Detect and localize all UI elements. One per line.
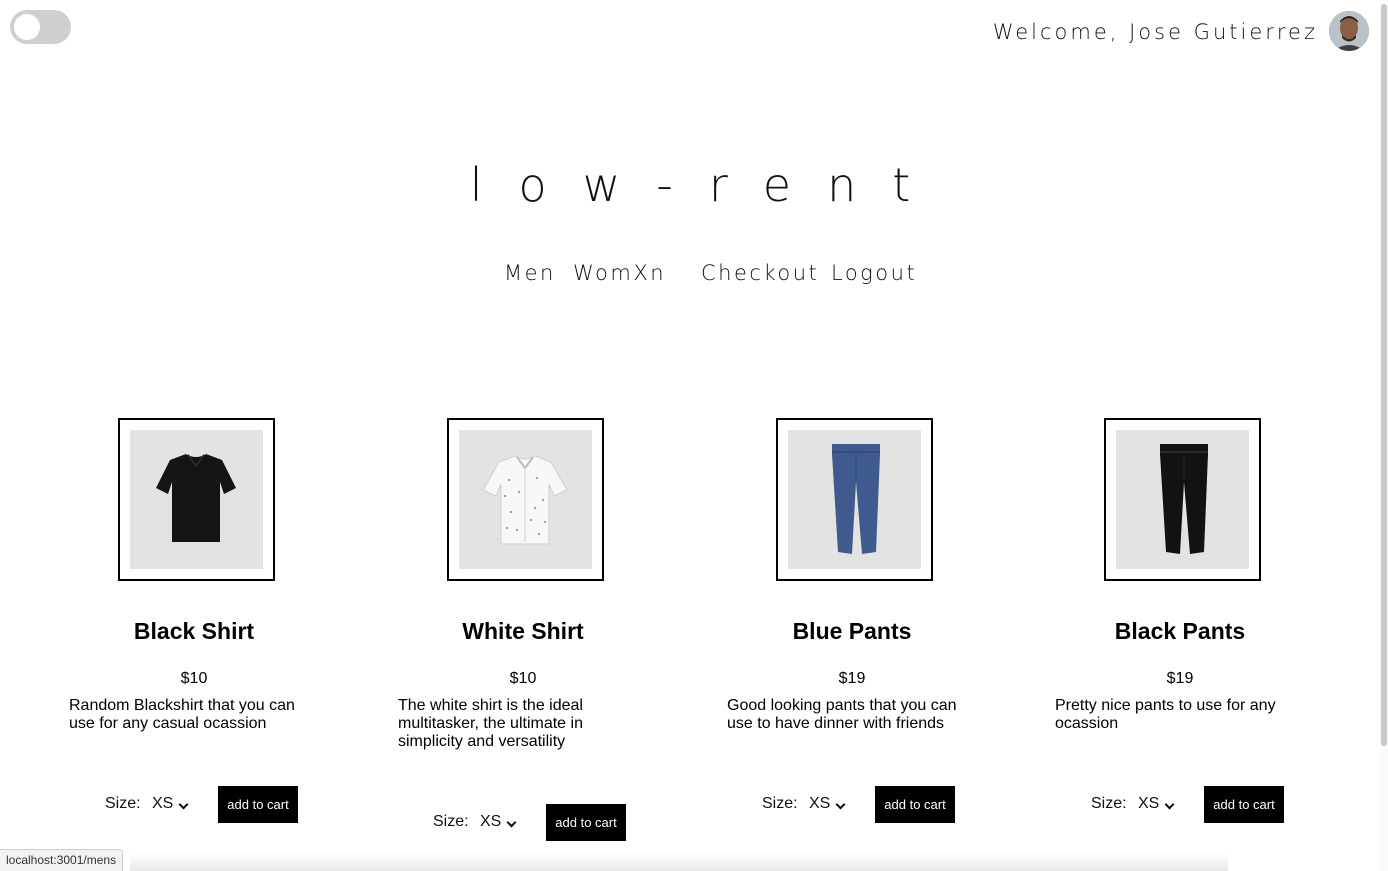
nav-checkout[interactable]: Checkout [701, 261, 819, 285]
size-row: Size: XS add to cart [762, 786, 962, 826]
page-scrollbar[interactable] [1380, 0, 1388, 871]
product-description: Random Blackshirt that you can use for a… [69, 697, 295, 732]
product-name: Black Shirt [133, 618, 255, 644]
size-label: Size: [433, 813, 469, 830]
size-select[interactable]: XS [152, 795, 192, 813]
product-photo-black-shirt [130, 430, 263, 569]
size-row: Size: XS add to cart [433, 804, 633, 844]
nav-womxn[interactable]: WomXn [573, 261, 666, 285]
product-image-frame[interactable] [118, 418, 275, 581]
product-price: $10 [509, 670, 537, 687]
product-photo-black-pants [1116, 430, 1249, 569]
size-select[interactable]: XS [1138, 795, 1178, 813]
nav-men[interactable]: Men [504, 261, 556, 285]
add-to-cart-button[interactable]: add to cart [218, 786, 298, 823]
product-photo-white-shirt [459, 430, 592, 569]
size-row: Size: XS add to cart [105, 786, 305, 826]
size-label: Size: [1091, 795, 1127, 812]
size-label: Size: [762, 795, 798, 812]
product-name: White Shirt [462, 618, 584, 644]
bottom-shadow [130, 853, 1228, 871]
size-row: Size: XS add to cart [1091, 786, 1291, 826]
chevron-down-icon [506, 817, 517, 828]
product-price: $19 [838, 670, 866, 687]
product-image-frame[interactable] [447, 418, 604, 581]
size-value: XS [809, 795, 831, 812]
chevron-down-icon [1164, 799, 1175, 810]
chevron-down-icon [835, 799, 846, 810]
product-description: The white shirt is the ideal multitasker… [398, 697, 583, 750]
product-price: $10 [180, 670, 208, 687]
product-price: $19 [1166, 670, 1194, 687]
status-bar-url: localhost:3001/mens [0, 849, 124, 871]
user-avatar[interactable] [1329, 11, 1369, 51]
size-value: XS [1138, 795, 1160, 812]
size-value: XS [480, 813, 502, 830]
product-name: Black Pants [1114, 618, 1246, 644]
add-to-cart-button[interactable]: add to cart [875, 786, 955, 823]
size-select[interactable]: XS [809, 795, 849, 813]
size-select[interactable]: XS [480, 813, 520, 831]
product-description: Pretty nice pants to use for any ocassio… [1055, 697, 1276, 732]
welcome-message: Welcome, Jose Gutierrez [992, 20, 1318, 44]
product-photo-blue-pants [788, 430, 921, 569]
toggle-knob [14, 14, 40, 40]
nav-logout[interactable]: Logout [831, 261, 917, 285]
avatar-image [1329, 11, 1369, 51]
size-label: Size: [105, 795, 141, 812]
add-to-cart-button[interactable]: add to cart [1204, 786, 1284, 823]
scrollbar-thumb[interactable] [1381, 4, 1387, 746]
size-value: XS [152, 795, 174, 812]
add-to-cart-button[interactable]: add to cart [546, 804, 626, 841]
theme-toggle[interactable] [10, 10, 71, 44]
product-image-frame[interactable] [1104, 418, 1261, 581]
main-nav: Men WomXn Checkout Logout [0, 261, 1380, 289]
chevron-down-icon [178, 799, 189, 810]
product-description: Good looking pants that you can use to h… [727, 697, 957, 732]
product-name: Blue Pants [792, 618, 912, 644]
brand-logo[interactable]: low-rent [0, 158, 1380, 212]
product-image-frame[interactable] [776, 418, 933, 581]
